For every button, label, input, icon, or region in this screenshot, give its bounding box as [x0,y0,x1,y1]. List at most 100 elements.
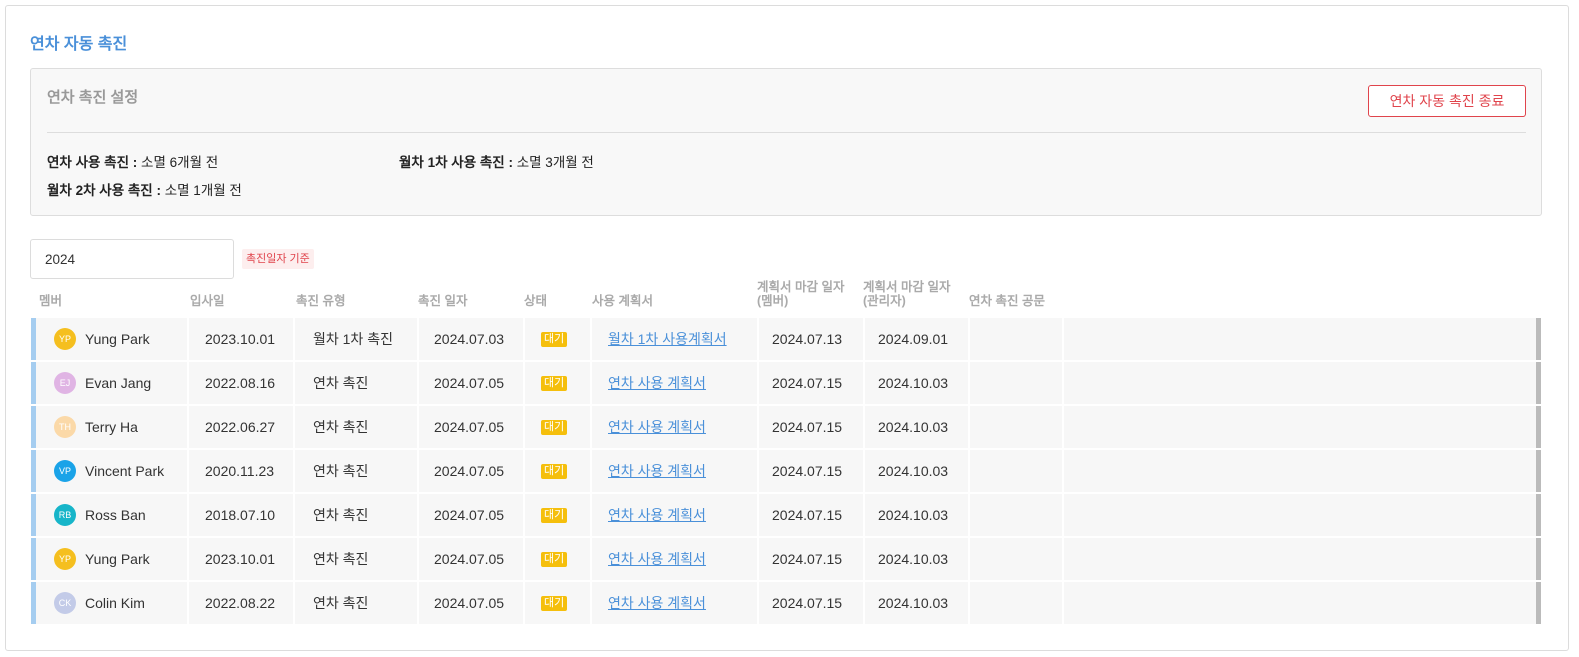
promotion-notice-cell [971,494,1063,536]
header-due-member-line1: 계획서 마감 일자 [757,280,845,294]
column-divider [523,318,525,360]
member-name: Yung Park [85,331,150,347]
stop-auto-promotion-button[interactable]: 연차 자동 촉진 종료 [1368,85,1526,117]
column-divider [293,450,295,492]
settings-title: 연차 촉진 설정 [47,89,139,106]
promotion-date-cell: 2024.07.05 [434,419,505,435]
table-row[interactable]: VP Vincent Park 2020.11.23 연차 촉진 2024.07… [31,450,1541,492]
column-divider [1062,582,1064,624]
header-due-admin-line1: 계획서 마감 일자 [863,280,951,294]
year-input[interactable] [30,239,234,279]
promotion-type-cell: 연차 촉진 [313,463,369,479]
member-cell: VP Vincent Park [54,450,204,492]
status-cell: 대기 [541,538,568,580]
usage-plan-link[interactable]: 연차 사용 계획서 [608,505,706,525]
table-row[interactable]: YP Yung Park 2023.10.01 연차 촉진 2024.07.05… [31,538,1541,580]
header-member: 멤버 [39,294,63,308]
column-divider [863,538,865,580]
promotion-date-cell: 2024.07.05 [434,463,505,479]
member-cell: CK Colin Kim [54,582,204,624]
join-date-cell: 2018.07.10 [205,507,276,523]
promotion-notice-cell [971,538,1063,580]
header-promotion-date: 촉진 일자 [418,294,468,308]
usage-plan-cell: 월차 1차 사용계획서 [608,318,727,360]
table-row[interactable]: RB Ross Ban 2018.07.10 연차 촉진 2024.07.05 … [31,494,1541,536]
member-cell: YP Yung Park [54,538,204,580]
column-divider [523,582,525,624]
usage-plan-link[interactable]: 월차 1차 사용계획서 [608,329,727,349]
setting-annual-promotion: 연차 사용 촉진 : 소멸 6개월 전 [47,151,218,171]
column-divider [1062,406,1064,448]
column-divider [293,582,295,624]
member-cell: YP Yung Park [54,318,204,360]
due-member-cell: 2024.07.15 [772,463,843,479]
setting-label: 월차 1차 사용 촉진 : [399,155,513,170]
promotion-notice-cell [971,406,1063,448]
column-divider [293,494,295,536]
header-due-member-line2: (멤버) [757,294,789,308]
promotion-date-cell: 2024.07.05 [434,507,505,523]
column-divider [293,406,295,448]
column-divider [863,362,865,404]
member-cell: TH Terry Ha [54,406,204,448]
due-admin-cell: 2024.10.03 [878,595,949,611]
setting-value: 소멸 6개월 전 [141,155,219,170]
usage-plan-link[interactable]: 연차 사용 계획서 [608,417,706,437]
column-divider [1062,362,1064,404]
column-divider [863,582,865,624]
status-badge: 대기 [541,551,568,567]
setting-label: 월차 2차 사용 촉진 : [47,183,161,198]
status-cell: 대기 [541,582,568,624]
join-date-cell: 2022.08.16 [205,375,276,391]
column-divider [187,494,189,536]
status-cell: 대기 [541,406,568,448]
setting-value: 소멸 1개월 전 [164,183,242,198]
member-avatar: TH [54,416,76,438]
auto-promotion-card: 연차 자동 촉진 연차 촉진 설정 연차 자동 촉진 종료 연차 사용 촉진 :… [5,5,1569,651]
status-badge: 대기 [541,463,568,479]
table-row[interactable]: EJ Evan Jang 2022.08.16 연차 촉진 2024.07.05… [31,362,1541,404]
promotion-date-cell: 2024.07.03 [434,331,505,347]
due-admin-cell: 2024.09.01 [878,331,949,347]
usage-plan-link[interactable]: 연차 사용 계획서 [608,593,706,613]
usage-plan-link[interactable]: 연차 사용 계획서 [608,461,706,481]
header-status: 상태 [524,294,548,308]
table-row[interactable]: CK Colin Kim 2022.08.22 연차 촉진 2024.07.05… [31,582,1541,624]
column-divider [417,494,419,536]
table-row[interactable]: TH Terry Ha 2022.06.27 연차 촉진 2024.07.05 … [31,406,1541,448]
column-divider [863,450,865,492]
due-admin-cell: 2024.10.03 [878,551,949,567]
setting-label: 연차 사용 촉진 : [47,155,138,170]
column-divider [187,406,189,448]
column-divider [968,538,970,580]
usage-plan-link[interactable]: 연차 사용 계획서 [608,549,706,569]
column-divider [590,450,592,492]
usage-plan-link[interactable]: 연차 사용 계획서 [608,373,706,393]
due-member-cell: 2024.07.15 [772,551,843,567]
promotion-date-cell: 2024.07.05 [434,595,505,611]
due-member-cell: 2024.07.15 [772,507,843,523]
column-divider [757,318,759,360]
column-divider [1062,318,1064,360]
column-divider [523,538,525,580]
status-badge: 대기 [541,595,568,611]
column-divider [757,494,759,536]
column-divider [293,362,295,404]
column-divider [968,318,970,360]
promotion-notice-cell [971,450,1063,492]
column-divider [590,582,592,624]
setting-monthly-second-promotion: 월차 2차 사용 촉진 : 소멸 1개월 전 [47,179,242,199]
due-admin-cell: 2024.10.03 [878,375,949,391]
member-avatar: EJ [54,372,76,394]
column-divider [523,362,525,404]
header-due-admin: 계획서 마감 일자 (관리자) [863,280,950,308]
member-cell: EJ Evan Jang [54,362,204,404]
promotion-type-cell: 연차 촉진 [313,551,369,567]
table-row[interactable]: YP Yung Park 2023.10.01 월차 1차 촉진 2024.07… [31,318,1541,360]
member-name: Ross Ban [85,507,146,523]
column-divider [968,582,970,624]
column-divider [417,318,419,360]
due-member-cell: 2024.07.15 [772,375,843,391]
header-due-member: 계획서 마감 일자 (멤버) [757,280,844,308]
column-divider [523,406,525,448]
